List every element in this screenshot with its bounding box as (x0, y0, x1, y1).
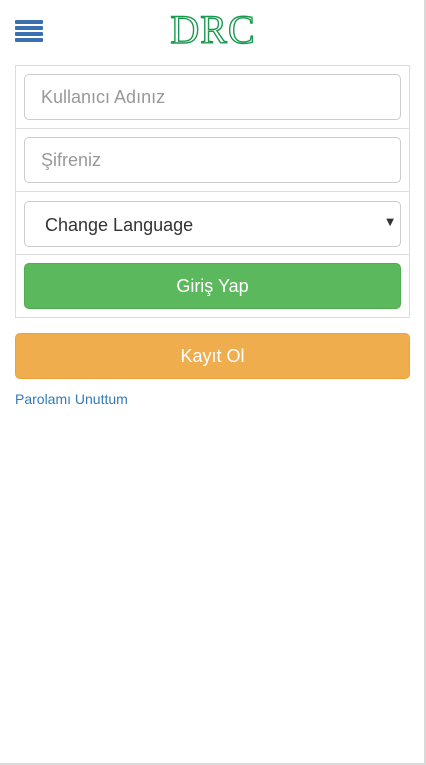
app-header: DRC (0, 0, 426, 60)
menu-bar (15, 32, 43, 36)
language-select[interactable]: Change Language ▼ (24, 201, 401, 247)
menu-bar (15, 20, 43, 24)
form-row-login: Giriş Yap (16, 255, 409, 317)
hamburger-menu-icon[interactable] (15, 20, 43, 44)
form-row-username (16, 66, 409, 129)
login-button[interactable]: Giriş Yap (24, 263, 401, 309)
logo: DRC (152, 7, 274, 52)
username-input[interactable] (24, 74, 401, 120)
language-select-value: Change Language (45, 215, 194, 235)
logo-text: DRC (170, 7, 256, 52)
forgot-password-link[interactable]: Parolamı Unuttum (15, 391, 128, 407)
login-form: Change Language ▼ Giriş Yap (15, 65, 410, 318)
menu-bar (15, 38, 43, 42)
form-row-language: Change Language ▼ (16, 192, 409, 255)
chevron-down-icon: ▼ (386, 217, 394, 228)
register-button[interactable]: Kayıt Ol (15, 333, 410, 379)
menu-bar (15, 26, 43, 30)
password-input[interactable] (24, 137, 401, 183)
form-row-password (16, 129, 409, 192)
